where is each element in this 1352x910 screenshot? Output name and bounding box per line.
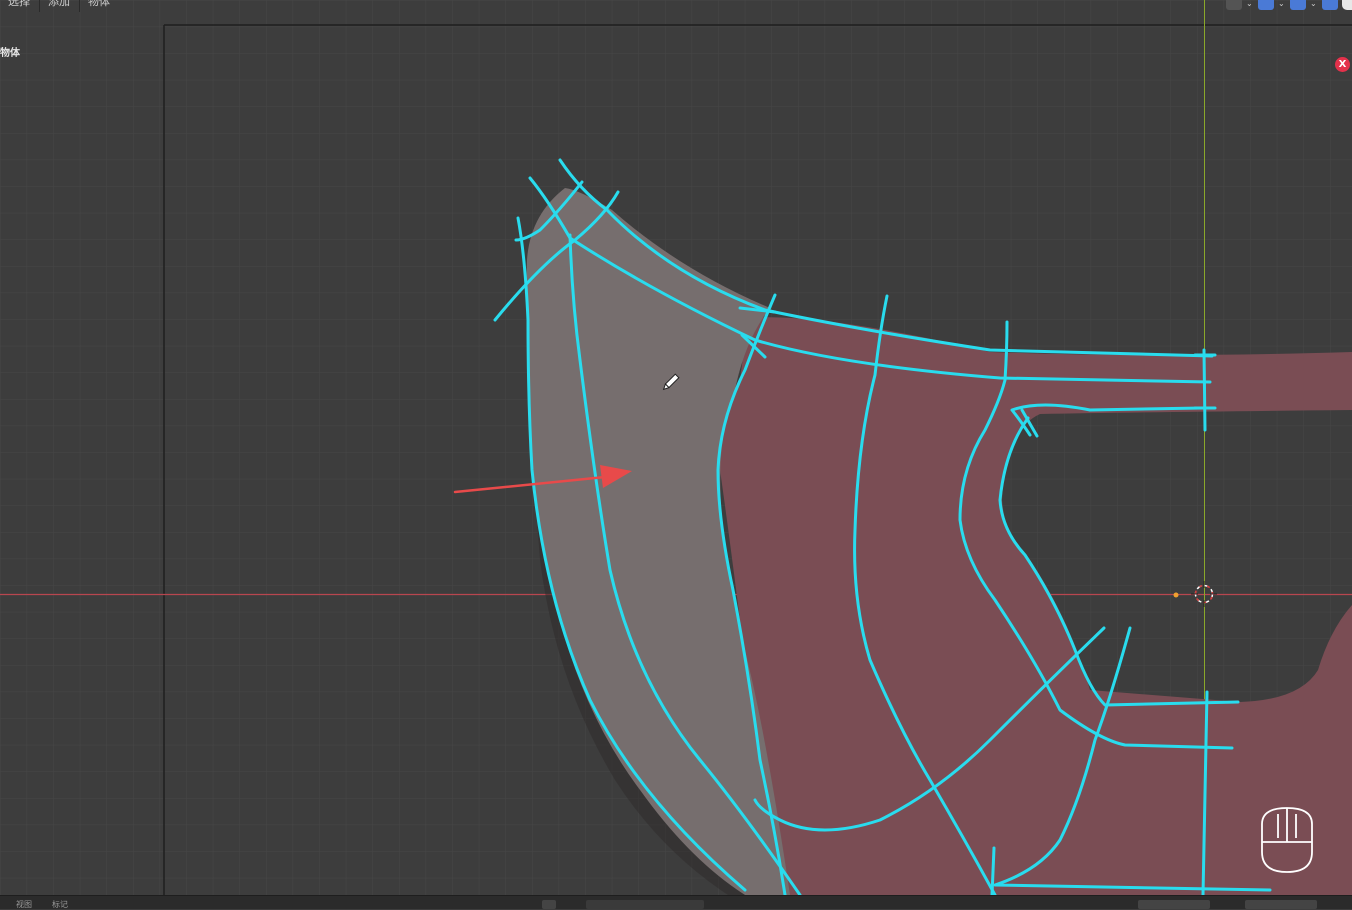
menu-add[interactable]: 添加	[39, 0, 79, 12]
snap-icon[interactable]	[1258, 0, 1274, 10]
footer-bar: 视图 标记	[0, 895, 1352, 909]
shading-icon[interactable]	[1342, 0, 1352, 10]
menu-object[interactable]: 物体	[79, 0, 119, 12]
3d-viewport[interactable]: 选择 添加 物体 物体 ⌄ ⌄ ⌄ X 视图 标记	[0, 0, 1352, 909]
overlay-icon[interactable]	[1290, 0, 1306, 10]
chevron-down-icon[interactable]: ⌄	[1278, 0, 1286, 8]
chevron-down-icon[interactable]: ⌄	[1310, 0, 1318, 8]
close-icon[interactable]: X	[1335, 57, 1350, 72]
footer-view[interactable]: 视图	[16, 899, 32, 910]
viewport-canvas[interactable]	[0, 0, 1352, 908]
xray-icon[interactable]	[1322, 0, 1338, 10]
menu-select[interactable]: 选择	[0, 0, 39, 12]
sidebar-label: 物体	[0, 48, 20, 59]
header-menu: 选择 添加 物体	[0, 0, 119, 12]
footer-marker[interactable]: 标记	[52, 899, 68, 910]
header-tools: ⌄ ⌄ ⌄	[1226, 0, 1352, 12]
chevron-down-icon[interactable]: ⌄	[1246, 0, 1254, 8]
object-origin-dot	[1173, 592, 1179, 598]
cursor-icon[interactable]	[1226, 0, 1242, 10]
